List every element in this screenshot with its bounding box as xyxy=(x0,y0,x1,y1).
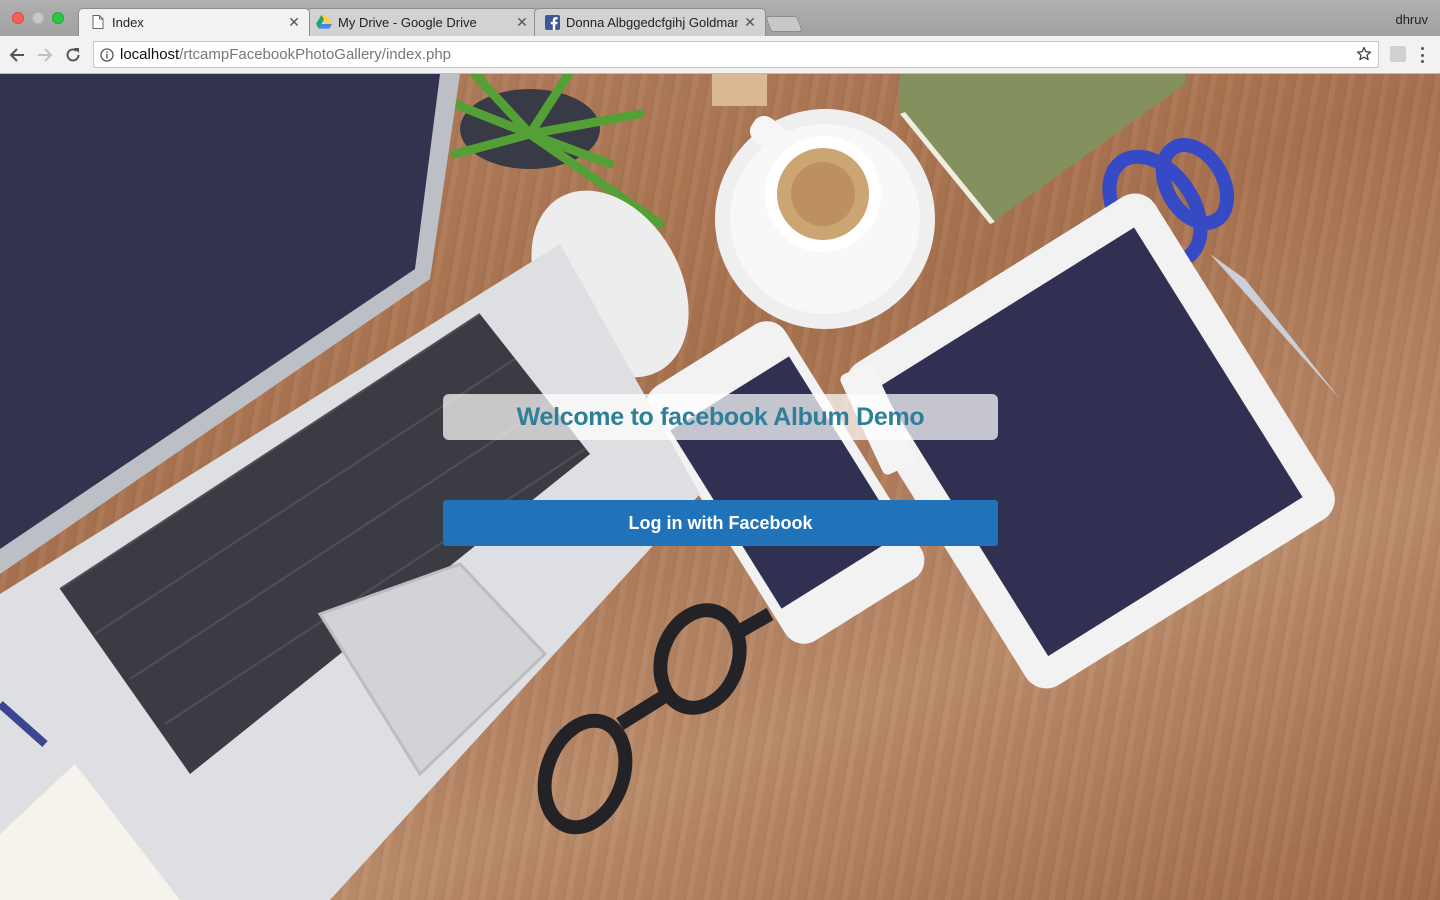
tab-title: Donna Albggedcfgihj Goldman xyxy=(566,14,738,30)
url-text: localhost/rtcampFacebookPhotoGallery/ind… xyxy=(120,46,451,63)
close-icon[interactable]: ✕ xyxy=(286,14,302,31)
arrow-right-icon xyxy=(38,48,53,62)
welcome-banner: Welcome to facebook Album Demo xyxy=(443,394,998,440)
facebook-login-button[interactable]: Log in with Facebook xyxy=(443,500,998,546)
browser-menu-button[interactable] xyxy=(1416,46,1428,64)
document-icon xyxy=(90,14,106,30)
facebook-icon xyxy=(544,14,560,30)
tab-strip: Index ✕ My Drive - Google Drive ✕ Donna … xyxy=(0,0,1440,36)
arrow-left-icon xyxy=(9,48,24,62)
new-tab-button[interactable] xyxy=(765,16,803,32)
page-viewport: Welcome to facebook Album Demo Log in wi… xyxy=(0,74,1440,900)
tab-facebook-profile-content[interactable]: Donna Albggedcfgihj Goldman ✕ xyxy=(544,8,758,36)
tab-google-drive-content[interactable]: My Drive - Google Drive ✕ xyxy=(316,8,530,36)
tab-title: Index xyxy=(112,14,144,30)
close-icon[interactable]: ✕ xyxy=(514,14,530,31)
forward-button[interactable] xyxy=(34,44,56,66)
reload-button[interactable] xyxy=(62,44,84,66)
window-zoom-button[interactable] xyxy=(52,12,64,24)
window-close-button[interactable] xyxy=(12,12,24,24)
profile-name[interactable]: dhruv xyxy=(1395,12,1428,27)
google-drive-icon xyxy=(316,14,332,30)
tab-index-content[interactable]: Index ✕ xyxy=(90,8,302,36)
browser-toolbar: localhost/rtcampFacebookPhotoGallery/ind… xyxy=(0,36,1440,74)
reload-icon xyxy=(66,48,80,62)
bookmark-star-icon[interactable] xyxy=(1356,46,1372,67)
tab-title: My Drive - Google Drive xyxy=(338,14,477,30)
extension-icon[interactable] xyxy=(1390,46,1406,62)
info-icon[interactable] xyxy=(94,47,120,62)
window-minimize-button[interactable] xyxy=(32,12,44,24)
welcome-heading: Welcome to facebook Album Demo xyxy=(516,402,925,431)
url-path: /rtcampFacebookPhotoGallery/index.php xyxy=(179,46,452,63)
address-bar[interactable]: localhost/rtcampFacebookPhotoGallery/ind… xyxy=(93,41,1379,68)
close-icon[interactable]: ✕ xyxy=(742,14,758,31)
url-host: localhost xyxy=(120,46,180,63)
back-button[interactable] xyxy=(6,44,28,66)
desk-background-image xyxy=(0,74,1440,900)
